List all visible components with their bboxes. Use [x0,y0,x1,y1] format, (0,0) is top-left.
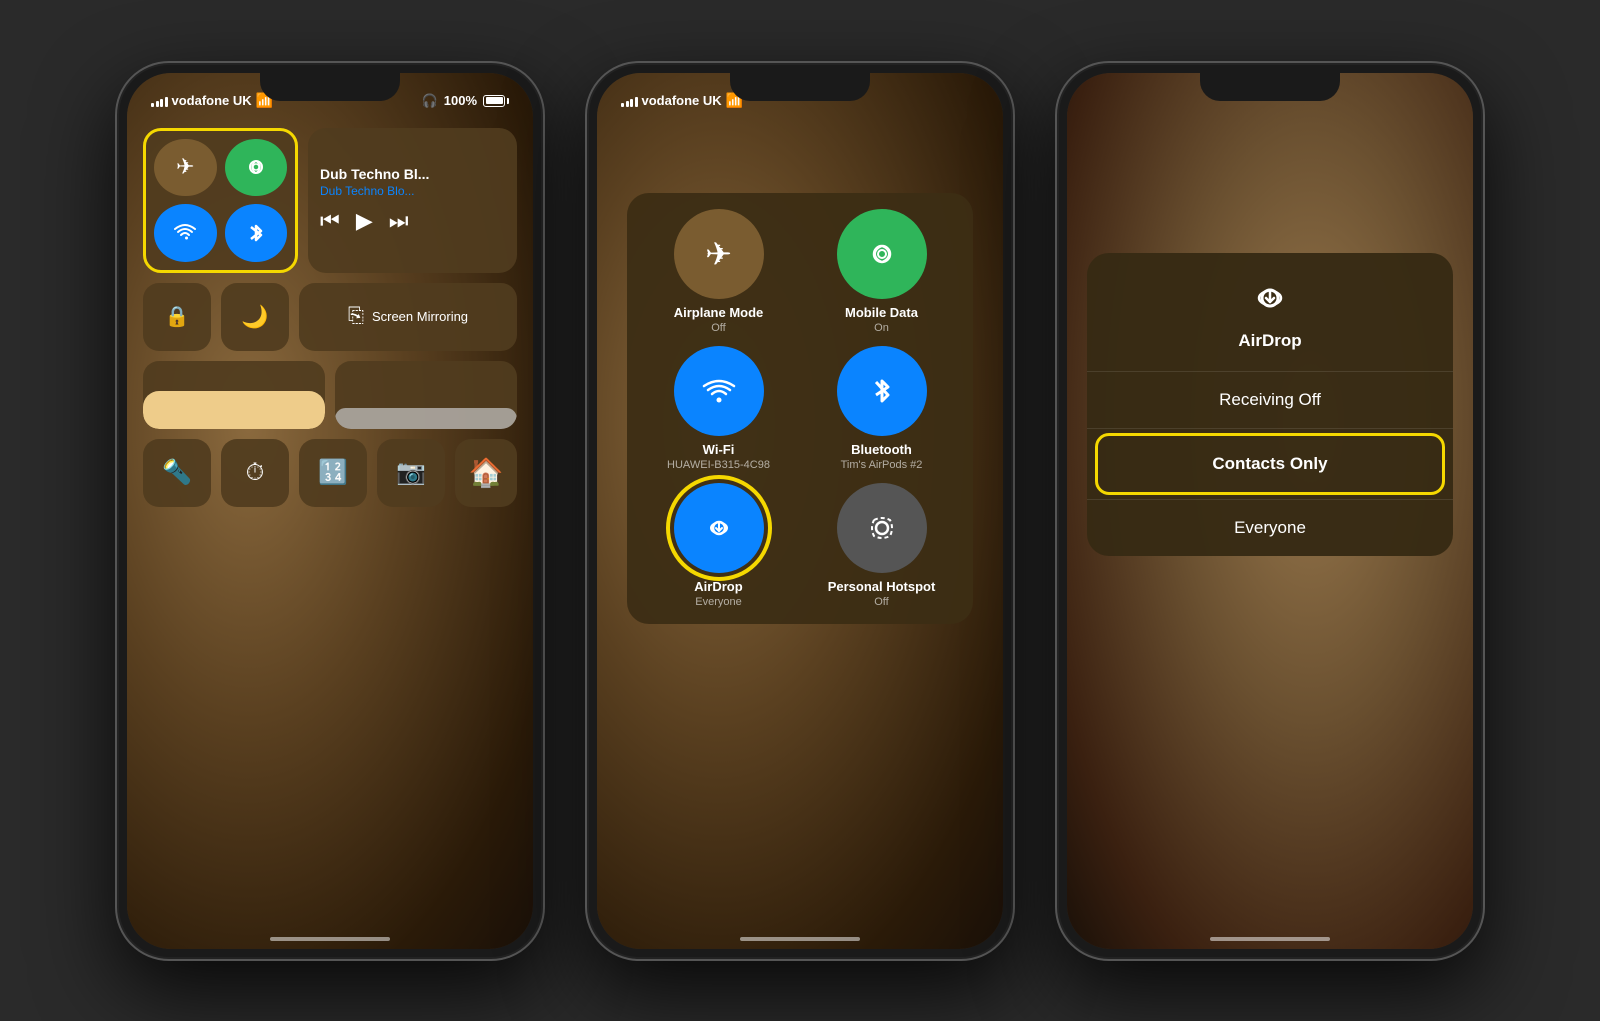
phone-2-screen: vodafone UK 📶 ✈ Airplane Mode Off [597,73,1003,949]
signal-bar-3 [160,99,163,107]
cc-bottom-row: 🔦 ⏱ 🔢 📷 🏠 [143,439,517,507]
airdrop-menu-title: AirDrop [1238,331,1301,351]
carrier-label: vodafone UK [172,93,252,108]
personal-hotspot-label: Personal Hotspot [828,579,936,594]
battery-icon [483,95,509,107]
connectivity-block: ✈ [143,128,298,273]
signal-bar-4 [165,97,168,107]
receiving-off-label: Receiving Off [1219,390,1321,409]
cc-second-row: 🔒 🌙 ⎘ Screen Mirroring [143,283,517,351]
bluetooth-device-name: Tim's AirPods #2 [841,459,923,471]
notch [260,73,400,101]
camera-button[interactable]: 📷 [377,439,445,507]
wifi-button[interactable] [154,204,217,262]
signal-bars-icon [151,95,168,107]
signal-bars-icon-2 [621,95,638,107]
media-title: Dub Techno Bl... [320,166,505,182]
rewind-button[interactable]: ⏮ [320,208,340,234]
wifi-item[interactable]: Wi-Fi HUAWEI-B315-4C98 [643,346,794,471]
receiving-off-option[interactable]: Receiving Off [1087,372,1453,429]
wifi-label: Wi-Fi [703,442,735,457]
phone-1: vodafone UK 📶 🎧 100% ✈ [115,61,545,961]
signal-bar-2 [156,101,159,107]
airdrop-menu: AirDrop Receiving Off Contacts Only Ever… [1087,253,1453,556]
airdrop-circle-icon [674,483,764,573]
bluetooth-button[interactable] [225,204,288,262]
bluetooth-item[interactable]: Bluetooth Tim's AirPods #2 [806,346,957,471]
cc-top-row: ✈ [143,128,517,273]
notch-3 [1200,73,1340,101]
orientation-lock-button[interactable]: 🔒 [143,283,211,351]
phone-2: vodafone UK 📶 ✈ Airplane Mode Off [585,61,1015,961]
airdrop-status: Everyone [695,596,741,608]
phone-3-screen: AirDrop Receiving Off Contacts Only Ever… [1067,73,1473,949]
bluetooth-circle-icon [837,346,927,436]
media-subtitle: Dub Techno Blo... [320,184,505,198]
wifi-circle-icon [674,346,764,436]
home-indicator-2 [740,937,860,941]
contacts-only-highlight: Contacts Only [1095,433,1445,495]
status-left: vodafone UK 📶 [151,92,273,109]
status-left-2: vodafone UK 📶 [621,92,743,109]
mobile-data-status: On [874,322,889,334]
everyone-label: Everyone [1234,518,1306,537]
personal-hotspot-status: Off [874,596,888,608]
personal-hotspot-icon [837,483,927,573]
control-center: ✈ [143,128,517,507]
mobile-data-label: Mobile Data [845,305,918,320]
airplane-mode-button[interactable]: ✈ [154,139,217,197]
screen-mirroring-button[interactable]: ⎘ Screen Mirroring [299,283,517,351]
home-indicator-3 [1210,937,1330,941]
airdrop-menu-icon [1245,273,1295,323]
headphones-icon: 🎧 [422,93,438,109]
fast-forward-button[interactable]: ⏭ [389,208,409,234]
volume-slider[interactable] [335,361,517,429]
expanded-control-center: ✈ Airplane Mode Off Mobile Data [627,193,973,624]
notch-2 [730,73,870,101]
phone-3: AirDrop Receiving Off Contacts Only Ever… [1055,61,1485,961]
timer-button[interactable]: ⏱ [221,439,289,507]
battery-percent: 100% [444,93,477,108]
home-indicator [270,937,390,941]
airdrop-menu-header: AirDrop [1087,253,1453,372]
airdrop-highlight-ring [666,475,772,581]
screen-mirroring-label: Screen Mirroring [372,309,468,324]
contacts-only-option[interactable]: Contacts Only [1098,436,1442,492]
play-button[interactable]: ▶ [356,208,373,234]
cc-exp-grid: ✈ Airplane Mode Off Mobile Data [643,209,957,608]
personal-hotspot-item[interactable]: Personal Hotspot Off [806,483,957,608]
carrier-label-2: vodafone UK [642,93,722,108]
media-controls: ⏮ ▶ ⏭ [320,208,505,234]
calculator-button[interactable]: 🔢 [299,439,367,507]
sliders-row [143,361,517,429]
airplane-mode-status: Off [711,322,725,334]
bluetooth-label: Bluetooth [851,442,912,457]
flashlight-button[interactable]: 🔦 [143,439,211,507]
cellular-button[interactable] [225,139,288,197]
do-not-disturb-button[interactable]: 🌙 [221,283,289,351]
airdrop-label: AirDrop [694,579,742,594]
mobile-data-icon [837,209,927,299]
contacts-only-label: Contacts Only [1212,454,1327,473]
brightness-slider[interactable] [143,361,325,429]
wifi-network-name: HUAWEI-B315-4C98 [667,459,770,471]
airdrop-item[interactable]: AirDrop Everyone [643,483,794,608]
signal-bar-1 [151,103,154,107]
airplane-mode-item[interactable]: ✈ Airplane Mode Off [643,209,794,334]
phone-1-screen: vodafone UK 📶 🎧 100% ✈ [127,73,533,949]
status-right: 🎧 100% [422,93,509,109]
airplane-mode-label: Airplane Mode [674,305,764,320]
home-button[interactable]: 🏠 [455,439,517,507]
mobile-data-item[interactable]: Mobile Data On [806,209,957,334]
airplane-mode-icon: ✈ [674,209,764,299]
everyone-option[interactable]: Everyone [1087,499,1453,556]
media-player-block: Dub Techno Bl... Dub Techno Blo... ⏮ ▶ ⏭ [308,128,517,273]
